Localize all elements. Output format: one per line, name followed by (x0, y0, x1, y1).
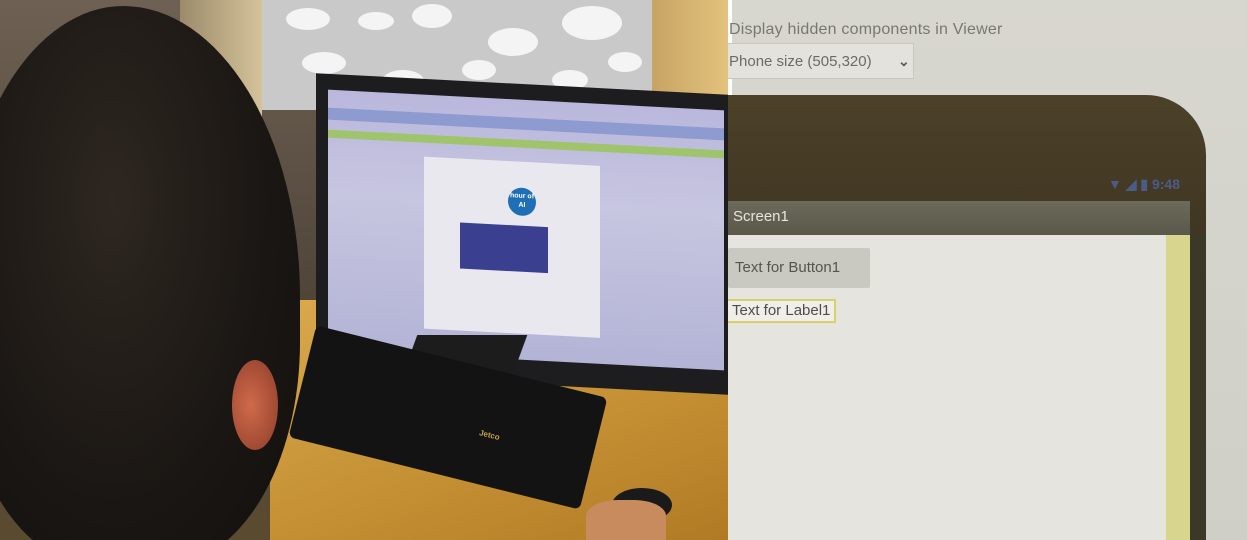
cloud (286, 8, 330, 30)
phone-size-selected: Phone size (505,320) (729, 53, 872, 70)
label1[interactable]: Text for Label1 (728, 299, 837, 323)
app-inventor-viewer-photo: Display hidden components in Viewer Phon… (728, 0, 1247, 540)
monitor-screen: hour of AI (328, 89, 724, 371)
screen-title-bar: Screen1 (728, 201, 1190, 235)
screen-scroll-edge (1166, 235, 1190, 540)
button1[interactable]: Text for Button1 (728, 248, 870, 288)
hidden-components-checkbox-label[interactable]: Display hidden components in Viewer (729, 21, 1003, 39)
hour-of-ai-logo: hour of AI (508, 187, 536, 217)
keyboard-brand: Jetco (478, 428, 501, 442)
phone-size-dropdown[interactable]: Phone size (505,320) ⌄ (728, 43, 914, 79)
status-time: 9:48 (1151, 176, 1180, 192)
ear (232, 360, 278, 450)
chevron-down-icon: ⌄ (898, 53, 910, 69)
status-icons: ▼ ◢ ▮ 9:48 (1108, 176, 1180, 193)
cloud (302, 52, 346, 74)
button1-label: Text for Button1 (735, 259, 841, 276)
screen-title: Screen1 (733, 208, 789, 225)
cloud (562, 6, 622, 40)
cloud (488, 28, 538, 56)
video-thumbnail (460, 222, 548, 274)
cloud (412, 4, 452, 28)
classroom-photo: hour of AI Jetco (0, 0, 728, 540)
cloud (608, 52, 642, 72)
wifi-icon: ▼ (1107, 176, 1122, 192)
battery-icon: ▮ (1140, 176, 1149, 192)
cloud (462, 60, 496, 80)
signal-icon: ◢ (1125, 176, 1137, 192)
hand (586, 500, 666, 540)
phone-status-bar: ▼ ◢ ▮ 9:48 (728, 170, 1190, 202)
phone-side (1190, 235, 1206, 540)
cloud (358, 12, 394, 30)
